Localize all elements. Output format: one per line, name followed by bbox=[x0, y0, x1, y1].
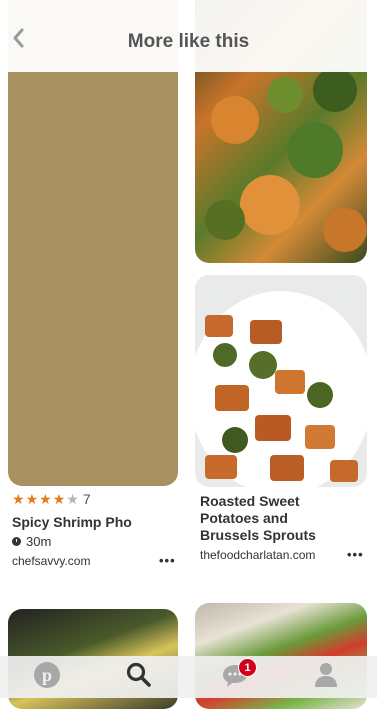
nav-profile[interactable] bbox=[296, 656, 356, 698]
pin-title[interactable]: Spicy Shrimp Pho bbox=[12, 514, 177, 531]
bottom-nav: p 1 bbox=[0, 656, 377, 698]
pin-source[interactable]: thefoodcharlatan.com bbox=[200, 548, 315, 562]
page-title: More like this bbox=[127, 31, 250, 52]
more-icon[interactable]: ••• bbox=[159, 553, 176, 568]
star-icon: ★ bbox=[12, 491, 25, 507]
more-icon[interactable]: ••• bbox=[347, 547, 364, 562]
star-icon: ★ bbox=[66, 491, 79, 507]
pin-image-spicy-shrimp-pho[interactable] bbox=[8, 0, 178, 486]
star-icon: ★ bbox=[52, 491, 66, 507]
person-icon bbox=[314, 662, 338, 693]
nav-messages[interactable]: 1 bbox=[205, 656, 265, 698]
rating-count: 7 bbox=[82, 491, 91, 507]
cook-time-value: 30m bbox=[26, 534, 52, 549]
header: More like this bbox=[0, 0, 377, 72]
food-photo bbox=[195, 291, 367, 487]
cook-time: 30m bbox=[12, 534, 51, 549]
clock-icon bbox=[12, 537, 21, 546]
svg-text:p: p bbox=[42, 665, 52, 685]
rating: ★ ★ ★ ★ ★ 7 bbox=[12, 490, 91, 508]
pin-image-roasted-sweet-potatoes[interactable] bbox=[195, 275, 367, 487]
nav-home[interactable]: p bbox=[17, 656, 77, 698]
pin-title[interactable]: Roasted Sweet Potatoes and Brussels Spro… bbox=[200, 493, 330, 544]
search-icon bbox=[126, 662, 152, 693]
pin-source[interactable]: chefsavvy.com bbox=[12, 554, 90, 568]
notification-badge: 1 bbox=[238, 658, 257, 677]
star-icon: ★ bbox=[39, 491, 52, 507]
nav-search[interactable] bbox=[109, 656, 169, 698]
star-icon: ★ bbox=[25, 491, 39, 507]
pinterest-logo-icon: p bbox=[33, 661, 61, 694]
